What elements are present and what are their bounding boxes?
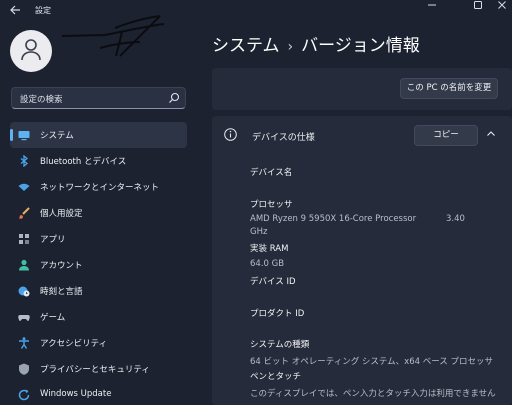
processor-label: プロセッサ	[250, 200, 293, 210]
device-specs-title: デバイスの仕様	[252, 133, 315, 143]
breadcrumb-separator: ›	[287, 39, 294, 55]
sidebar-item-label: ネットワークとインターネット	[40, 183, 160, 193]
sidebar-item-label: Bluetooth とデバイス	[40, 157, 127, 167]
person-icon	[21, 39, 41, 61]
gamepad-icon	[18, 315, 30, 321]
info-icon	[224, 128, 237, 141]
close-button[interactable]	[492, 0, 512, 14]
sidebar-item-system[interactable]: システム	[10, 122, 187, 148]
sidebar-item-label: アカウント	[40, 261, 83, 271]
maximize-button[interactable]	[463, 0, 493, 14]
sidebar-item-gaming[interactable]: ゲーム	[10, 304, 187, 330]
page-title: バージョン情報	[301, 36, 420, 56]
sidebar-item-bluetooth[interactable]: Bluetooth とデバイス	[10, 148, 187, 174]
minimize-button[interactable]	[417, 0, 447, 14]
redacted-user-name-scribble	[61, 15, 165, 57]
product-id-label: プロダクト ID	[250, 309, 305, 319]
breadcrumb-parent[interactable]: システム	[212, 36, 280, 56]
pen-touch-value: このディスプレイでは、ペン入力とタッチ入力は利用できません	[250, 389, 496, 399]
ram-value: 64.0 GB	[250, 259, 285, 269]
brush-icon	[19, 207, 30, 219]
minimize-icon	[428, 4, 436, 6]
account-icon	[19, 259, 29, 271]
sidebar-item-accessibility[interactable]: アクセシビリティ	[10, 330, 187, 356]
breadcrumb: システム › バージョン情報	[212, 31, 420, 56]
device-name-label: デバイス名	[250, 168, 293, 178]
sidebar-item-label: アプリ	[40, 235, 66, 245]
avatar[interactable]	[10, 30, 52, 72]
sidebar-item-network[interactable]: ネットワークとインターネット	[10, 174, 187, 200]
apps-icon	[19, 234, 29, 244]
rename-pc-button[interactable]: この PC の名前を変更	[400, 78, 498, 99]
search-input[interactable]: 設定の検索	[20, 93, 63, 105]
pen-touch-label: ペンとタッチ	[250, 372, 302, 382]
back-arrow-icon	[9, 5, 20, 15]
close-icon	[498, 1, 506, 9]
chevron-up-icon[interactable]	[486, 129, 496, 139]
sidebar-item-label: システム	[40, 131, 74, 141]
settings-search[interactable]: 設定の検索	[11, 87, 186, 109]
search-icon[interactable]	[168, 92, 180, 104]
sidebar-item-accounts[interactable]: アカウント	[10, 252, 187, 278]
wifi-icon	[18, 183, 30, 191]
sidebar-item-label: Windows Update	[40, 389, 112, 399]
sidebar-item-windows-update[interactable]: Windows Update	[10, 382, 187, 405]
device-specs-card: デバイスの仕様 コピー デバイス名 プロセッサ AMD Ryzen 9 5950…	[212, 116, 512, 405]
sidebar-item-personalization[interactable]: 個人用設定	[10, 200, 187, 226]
sidebar-item-label: 時刻と言語	[40, 287, 83, 297]
globe-clock-icon	[18, 286, 30, 297]
accessibility-icon	[19, 337, 29, 349]
processor-value-cont: GHz	[250, 227, 268, 237]
ram-label: 実装 RAM	[250, 244, 289, 254]
sidebar-item-privacy-security[interactable]: プライバシーとセキュリティ	[10, 356, 187, 382]
back-button[interactable]	[6, 3, 24, 19]
processor-value: AMD Ryzen 9 5950X 16-Core Processor	[250, 214, 417, 224]
bluetooth-icon	[20, 155, 29, 167]
copy-button[interactable]: コピー	[414, 125, 478, 146]
sidebar-item-label: 個人用設定	[40, 209, 83, 219]
sidebar-item-time-language[interactable]: 時刻と言語	[10, 278, 187, 304]
monitor-icon	[18, 131, 30, 141]
rename-pc-card: この PC の名前を変更	[212, 68, 512, 110]
shield-icon	[19, 363, 29, 375]
system-type-value: 64 ビット オペレーティング システム、x64 ベース プロセッサ	[250, 357, 493, 367]
app-title: 設定	[35, 6, 51, 15]
sidebar-item-label: ゲーム	[40, 313, 66, 323]
sidebar-item-apps[interactable]: アプリ	[10, 226, 187, 252]
sidebar-nav: システム Bluetooth とデバイス ネットワークとインターネット 個人用設…	[10, 122, 187, 405]
device-id-label: デバイス ID	[250, 277, 296, 287]
update-icon	[18, 389, 30, 401]
processor-speed: 3.40	[446, 214, 465, 224]
system-type-label: システムの種類	[250, 340, 310, 350]
maximize-icon	[474, 1, 482, 9]
sidebar-item-label: プライバシーとセキュリティ	[40, 365, 150, 375]
sidebar-item-label: アクセシビリティ	[40, 339, 108, 349]
